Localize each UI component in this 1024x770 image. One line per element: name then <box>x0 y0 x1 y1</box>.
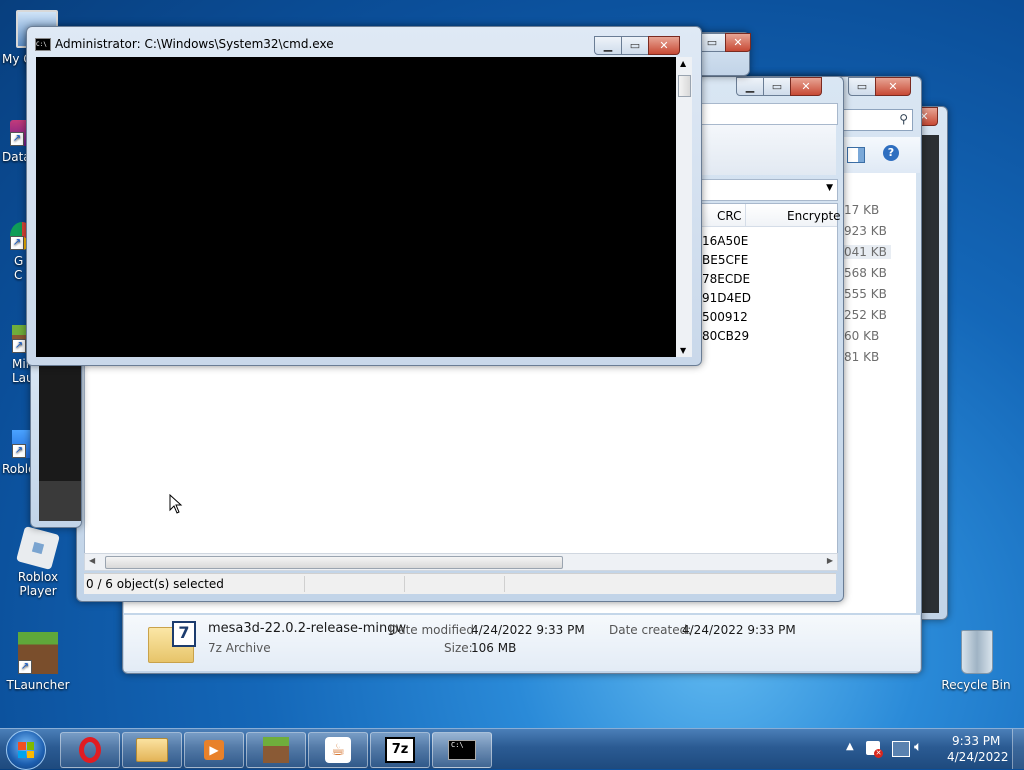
desktop-icon-label: TLauncher <box>6 678 70 692</box>
taskbar: ▶ ☕ 7z C:\ ▲ ✕ 🔈︎ 9:33 PM 4/24/2022 <box>0 728 1024 770</box>
details-filename: mesa3d-22.0.2-release-mingw <box>208 621 407 636</box>
close-button[interactable]: ✕ <box>725 33 751 52</box>
shortcut-arrow-icon: ↗ <box>12 339 26 353</box>
crc-cell: 91D4ED <box>702 291 751 305</box>
status-text: 0 / 6 object(s) selected <box>86 577 224 591</box>
scroll-right-icon[interactable]: ▶ <box>827 556 833 565</box>
file-size-cell: 555 KB <box>844 287 887 301</box>
taskbar-minecraft[interactable] <box>246 732 306 768</box>
column-divider <box>745 204 746 226</box>
crc-cell: 80CB29 <box>702 329 750 343</box>
search-icon: ⚲ <box>899 112 908 126</box>
crc-cell: 500912 <box>702 310 748 324</box>
scroll-up-icon[interactable]: ▲ <box>680 59 686 68</box>
column-header-crc[interactable]: CRC <box>717 209 742 223</box>
cmd-icon: C:\ <box>448 740 476 760</box>
shortcut-arrow-icon: ↗ <box>10 132 24 146</box>
taskbar-opera[interactable] <box>60 732 120 768</box>
show-desktop-button[interactable] <box>1012 729 1024 769</box>
desktop-icon-tlauncher[interactable]: ↗ TLauncher <box>0 632 76 692</box>
crc-cell: BE5CFE <box>702 253 749 267</box>
date-modified-value: 4/24/2022 9:33 PM <box>471 623 585 637</box>
roblox-player-icon <box>15 525 61 571</box>
details-filetype: 7z Archive <box>208 641 271 655</box>
file-size-cell: 60 KB <box>844 329 880 343</box>
minimize-button[interactable]: ▁ <box>594 36 622 55</box>
taskbar-java[interactable]: ☕ <box>308 732 368 768</box>
clock-date[interactable]: 4/24/2022 <box>947 750 1009 764</box>
taskbar-media-player[interactable]: ▶ <box>184 732 244 768</box>
java-icon: ☕ <box>325 737 351 763</box>
media-player-icon: ▶ <box>204 740 224 760</box>
help-icon[interactable]: ? <box>883 145 899 161</box>
size-label: Size: <box>444 641 473 655</box>
crc-cell: 16A50E <box>702 234 749 248</box>
minimize-button[interactable]: ▁ <box>736 77 764 96</box>
desktop-icon-label: Recycle Bin <box>941 678 1011 692</box>
windows-logo-icon <box>18 742 34 758</box>
vertical-scrollbar[interactable]: ▲ ▼ <box>676 57 692 357</box>
preview-pane-icon[interactable] <box>847 147 865 163</box>
cmd-icon: C:\ <box>35 38 51 51</box>
scrollbar-thumb[interactable] <box>105 556 563 569</box>
file-size-cell: 568 KB <box>844 266 887 280</box>
minecraft-icon <box>263 737 289 763</box>
taskbar-explorer[interactable] <box>122 732 182 768</box>
search-input[interactable]: ⚲ <box>843 109 913 131</box>
action-center-icon[interactable]: ✕ <box>866 741 883 758</box>
dark-client-area <box>39 365 81 481</box>
archive-file-icon: 7 <box>148 621 196 663</box>
scroll-down-icon[interactable]: ▼ <box>680 346 686 355</box>
size-value: 106 MB <box>471 641 517 655</box>
show-hidden-icons-button[interactable]: ▲ <box>846 741 854 752</box>
scrollbar-thumb[interactable] <box>678 75 691 97</box>
details-pane: 7 mesa3d-22.0.2-release-mingw 7z Archive… <box>124 615 920 671</box>
scroll-left-icon[interactable]: ◀ <box>89 556 95 565</box>
mouse-cursor <box>169 493 183 517</box>
volume-icon[interactable]: 🔈︎ <box>914 739 922 755</box>
maximize-button[interactable]: ▭ <box>698 33 726 52</box>
taskbar-cmd[interactable]: C:\ <box>432 732 492 768</box>
file-size-cell: 81 KB <box>844 350 880 364</box>
recycle-bin-icon <box>961 630 993 674</box>
horizontal-scrollbar[interactable]: ◀ ▶ <box>84 553 838 571</box>
desktop-icon-recycle-bin[interactable]: Recycle Bin <box>938 630 1014 692</box>
cmd-window[interactable]: C:\ Administrator: C:\Windows\System32\c… <box>26 26 702 366</box>
file-size-cell: 252 KB <box>844 308 887 322</box>
date-created-value: 4/24/2022 9:33 PM <box>682 623 796 637</box>
folder-icon <box>136 738 168 762</box>
shortcut-arrow-icon: ↗ <box>18 660 32 674</box>
maximize-button[interactable]: ▭ <box>763 77 791 96</box>
7zip-icon: 7z <box>385 737 415 763</box>
column-header-encrypted[interactable]: Encrypte <box>787 209 841 223</box>
shortcut-arrow-icon: ↗ <box>10 236 24 250</box>
crc-cell: 78ECDE <box>702 272 751 286</box>
maximize-button[interactable]: ▭ <box>848 77 876 96</box>
tlauncher-icon: ↗ <box>18 632 58 674</box>
file-size-cell: 041 KB <box>844 245 891 259</box>
maximize-button[interactable]: ▭ <box>621 36 649 55</box>
opera-icon <box>79 737 101 763</box>
start-button[interactable] <box>6 730 46 770</box>
dark-client-area <box>921 135 939 613</box>
clock-time[interactable]: 9:33 PM <box>952 734 1000 748</box>
close-button[interactable]: ✕ <box>790 77 822 96</box>
close-button[interactable]: ✕ <box>875 77 911 96</box>
console-area[interactable] <box>36 57 676 357</box>
shortcut-arrow-icon: ↗ <box>12 444 26 458</box>
date-modified-label: Date modified: <box>389 623 479 637</box>
network-icon[interactable] <box>892 741 910 757</box>
status-bar: 0 / 6 object(s) selected <box>84 573 836 594</box>
file-size-cell: 17 KB <box>844 203 880 217</box>
chevron-down-icon: ▼ <box>826 183 833 193</box>
background-window-left[interactable] <box>30 360 82 528</box>
desktop-icon-roblox-player[interactable]: Roblox Player <box>0 525 76 598</box>
taskbar-7zip[interactable]: 7z <box>370 732 430 768</box>
desktop-icon-label: Roblox Player <box>17 570 59 598</box>
date-created-label: Date created: <box>609 623 692 637</box>
close-button[interactable]: ✕ <box>648 36 680 55</box>
file-size-cell: 923 KB <box>844 224 887 238</box>
window-title: Administrator: C:\Windows\System32\cmd.e… <box>55 37 334 51</box>
desktop-icon-roblox-studio[interactable]: ↗ Roblo <box>0 430 36 476</box>
